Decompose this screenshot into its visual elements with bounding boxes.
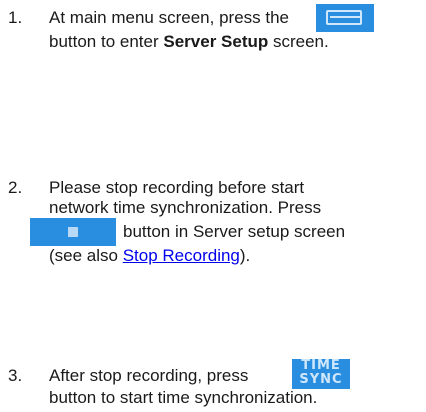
- step-number: 3.: [8, 366, 23, 385]
- step-2-line-4: (see also Stop Recording).: [49, 246, 250, 266]
- step-2-close: ).: [239, 246, 251, 265]
- step-3-line-2: button to start time synchronization.: [49, 388, 318, 407]
- step-1-text: button to enter: [49, 32, 164, 51]
- step-2-line-1: Please stop recording before start: [49, 178, 305, 197]
- server-setup-icon[interactable]: [316, 4, 374, 32]
- step-1-line-1: At main menu screen, press the: [49, 8, 290, 27]
- server-setup-label: Server Setup: [163, 32, 269, 51]
- step-1-line-2: button to enter Server Setup screen.: [49, 32, 329, 52]
- step-2-line-3: button in Server setup screen: [123, 222, 346, 241]
- step-number: 1.: [8, 8, 23, 27]
- time-sync-icon-text-top: TIME: [301, 358, 341, 373]
- stop-recording-link[interactable]: Stop Recording: [123, 246, 240, 265]
- time-sync-icon-text-bottom: SYNC: [299, 372, 343, 387]
- step-2-line-2: network time synchronization. Press: [49, 198, 322, 217]
- step-2-see-also: (see also: [49, 246, 123, 265]
- time-sync-icon[interactable]: TIME SYNC: [292, 359, 350, 389]
- step-1-text-end: screen.: [268, 32, 329, 51]
- step-3-line-1: After stop recording, press: [49, 366, 249, 385]
- step-number: 2.: [8, 178, 23, 197]
- stop-icon[interactable]: [30, 218, 116, 246]
